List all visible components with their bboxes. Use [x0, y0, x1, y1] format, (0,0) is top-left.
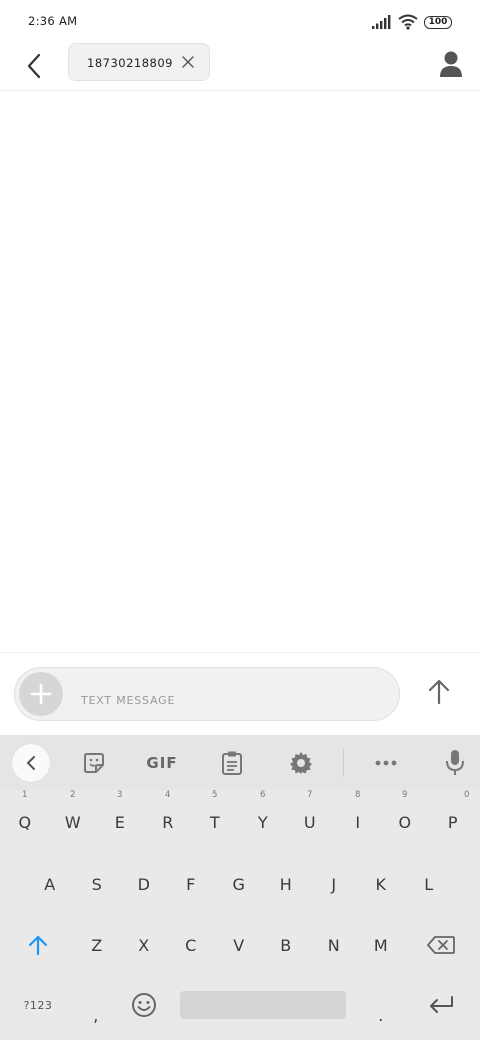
message-input-placeholder[interactable]: TEXT MESSAGE: [81, 694, 175, 707]
spacebar[interactable]: [180, 991, 346, 1019]
key-j[interactable]: J: [314, 864, 354, 904]
emoji-icon: [132, 993, 156, 1017]
symbols-key[interactable]: ?123: [18, 985, 58, 1025]
key-a[interactable]: A: [30, 864, 70, 904]
status-icons: 100: [372, 12, 452, 32]
clipboard-button[interactable]: [218, 748, 246, 778]
key-l[interactable]: L: [409, 864, 449, 904]
add-attachment-button[interactable]: [19, 672, 63, 716]
voice-input-button[interactable]: [442, 748, 468, 778]
key-r[interactable]: 4R: [148, 790, 188, 842]
key-p[interactable]: 0P: [433, 790, 473, 842]
status-bar: 2:36 AM 100: [0, 0, 480, 42]
battery-icon: 100: [424, 15, 452, 29]
wifi-icon: [398, 14, 418, 30]
period-key[interactable]: .: [361, 985, 401, 1025]
close-icon[interactable]: [181, 55, 195, 69]
conversation-header: 18730218809: [0, 42, 480, 91]
emoji-key[interactable]: [124, 985, 164, 1025]
message-list: [0, 91, 480, 652]
status-time: 2:36 AM: [28, 14, 78, 28]
keyboard-toolbar: GIF: [0, 735, 480, 790]
comma-key[interactable]: ,: [76, 985, 116, 1025]
key-o[interactable]: 9O: [385, 790, 425, 842]
settings-button[interactable]: [287, 748, 315, 778]
toolbar-divider: [343, 749, 344, 777]
key-z[interactable]: Z: [77, 925, 117, 965]
send-arrow-icon[interactable]: [424, 677, 454, 707]
key-q[interactable]: 1Q: [5, 790, 45, 842]
key-row-3: Z X C V B N M: [0, 925, 480, 965]
more-options-button[interactable]: [372, 748, 400, 778]
back-arrow-icon: [27, 53, 41, 79]
key-u[interactable]: 7U: [290, 790, 330, 842]
battery-level: 100: [428, 17, 448, 27]
enter-key[interactable]: [421, 985, 461, 1025]
key-c[interactable]: C: [171, 925, 211, 965]
gif-button[interactable]: GIF: [142, 748, 182, 778]
keyboard: GIF 1 Q 2 W 3 E 4 R 5 T 6 Y 7 U 8 I 9 O …: [0, 735, 480, 1040]
key-v[interactable]: V: [219, 925, 259, 965]
key-row-2: A S D F G H J K L: [0, 864, 480, 904]
collapse-toolbar-button[interactable]: [12, 744, 50, 782]
clipboard-icon: [222, 751, 242, 775]
key-x[interactable]: X: [124, 925, 164, 965]
gif-label: GIF: [146, 754, 178, 772]
gear-icon: [290, 752, 312, 774]
signal-icon: [372, 15, 391, 29]
compose-box[interactable]: TEXT MESSAGE: [14, 667, 400, 721]
backspace-icon: [427, 936, 455, 954]
key-y[interactable]: 6Y: [243, 790, 283, 842]
recipient-number: 18730218809: [87, 56, 173, 70]
key-n[interactable]: N: [314, 925, 354, 965]
key-g[interactable]: G: [219, 864, 259, 904]
back-button[interactable]: [18, 48, 50, 84]
key-b[interactable]: B: [266, 925, 306, 965]
key-e[interactable]: 3E: [100, 790, 140, 842]
enter-icon: [430, 996, 453, 1013]
shift-key[interactable]: [18, 925, 58, 965]
key-d[interactable]: D: [124, 864, 164, 904]
microphone-icon: [446, 750, 464, 775]
key-t[interactable]: 5T: [195, 790, 235, 842]
shift-arrow-icon: [28, 935, 48, 956]
contact-icon[interactable]: [438, 50, 464, 78]
compose-area: TEXT MESSAGE: [0, 652, 480, 735]
key-w[interactable]: 2W: [53, 790, 93, 842]
recipient-chip[interactable]: 18730218809: [68, 43, 210, 81]
key-i[interactable]: 8I: [338, 790, 378, 842]
key-f[interactable]: F: [171, 864, 211, 904]
sticker-button[interactable]: [80, 748, 108, 778]
backspace-key[interactable]: [421, 925, 461, 965]
key-s[interactable]: S: [77, 864, 117, 904]
sticker-icon: [84, 753, 104, 773]
key-row-1: 1Q 2W 3E 4R 5T 6Y 7U 8I 9O 0P: [0, 790, 480, 842]
plus-icon: [30, 683, 52, 705]
key-m[interactable]: M: [361, 925, 401, 965]
key-h[interactable]: H: [266, 864, 306, 904]
key-k[interactable]: K: [361, 864, 401, 904]
more-dots-icon: [375, 760, 397, 766]
chevron-left-icon: [27, 756, 35, 770]
